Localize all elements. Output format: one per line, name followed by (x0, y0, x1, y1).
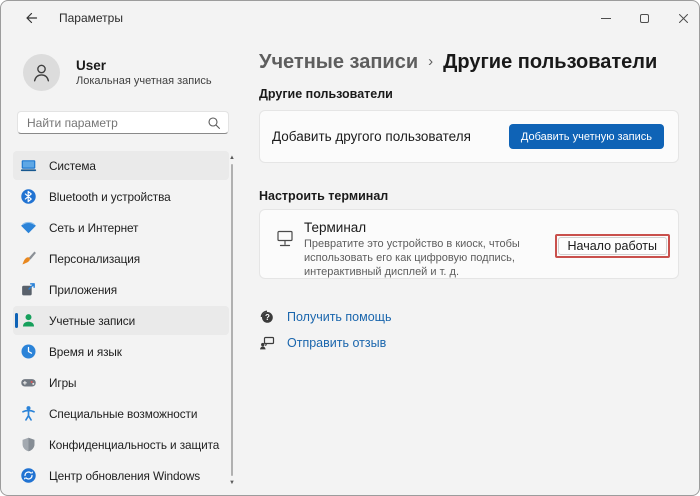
gaming-icon (21, 379, 36, 387)
minimize-icon (600, 17, 611, 19)
breadcrumb-parent[interactable]: Учетные записи (259, 48, 418, 76)
sidebar-item-privacy[interactable]: Конфиденциальность и защита (13, 430, 229, 459)
scrollbar-thumb[interactable] (231, 164, 233, 476)
titlebar: Параметры (1, 1, 699, 35)
user-profile[interactable]: User Локальная учетная запись (23, 54, 247, 91)
feedback-icon (260, 336, 275, 350)
sidebar-item-time-language[interactable]: Время и язык (13, 337, 229, 366)
add-user-label: Добавить другого пользователя (272, 129, 471, 144)
kiosk-description: Превратите это устройство в киоск, чтобы… (304, 238, 520, 278)
sidebar-item-label: Конфиденциальность и защита (49, 437, 220, 452)
person-icon (33, 64, 50, 82)
sidebar-item-personalization[interactable]: Персонализация (13, 244, 229, 273)
back-button[interactable] (16, 6, 46, 30)
scrollbar-up-icon[interactable]: ▲ (227, 154, 237, 162)
breadcrumb: Учетные записи › Другие пользователи (259, 48, 679, 76)
sidebar-item-gaming[interactable]: Игры (13, 368, 229, 397)
annotation-highlight: Начало работы (554, 234, 670, 258)
back-arrow-icon (26, 12, 38, 24)
personalization-icon (22, 251, 36, 265)
kiosk-icon (277, 230, 293, 247)
svg-text:?: ? (265, 313, 270, 322)
add-user-card: Добавить другого пользователя Добавить у… (259, 110, 679, 163)
sidebar-item-label: Сеть и Интернет (49, 220, 139, 235)
sidebar-item-label: Время и язык (49, 344, 122, 359)
search-placeholder: Найти параметр (27, 115, 118, 130)
sidebar-item-label: Bluetooth и устройства (49, 189, 171, 204)
close-icon (679, 13, 688, 23)
page-title: Другие пользователи (443, 51, 658, 73)
sidebar-item-label: Персонализация (49, 251, 141, 266)
maximize-button[interactable] (625, 1, 664, 35)
minimize-button[interactable] (586, 1, 625, 35)
sidebar-item-label: Специальные возможности (49, 406, 198, 421)
window-title: Параметры (59, 11, 123, 25)
get-help-link[interactable]: ? Получить помощь (259, 304, 679, 330)
section-header-other-users: Другие пользователи (259, 87, 393, 101)
get-started-button[interactable]: Начало работы (557, 237, 667, 255)
scrollbar-down-icon[interactable]: ▼ (227, 479, 237, 487)
search-icon (208, 117, 220, 129)
system-icon (20, 160, 37, 172)
breadcrumb-separator-icon: › (428, 53, 434, 70)
bluetooth-icon (21, 189, 36, 204)
sidebar-item-apps[interactable]: Приложения (13, 275, 229, 304)
avatar (23, 54, 60, 91)
sidebar-item-label: Учетные записи (49, 313, 136, 328)
main-content: Учетные записи › Другие пользователи Дру… (247, 35, 699, 495)
kiosk-title: Терминал (304, 220, 367, 235)
sidebar-scrollbar[interactable]: ▲ ▼ (227, 154, 237, 487)
window-controls (586, 1, 699, 35)
help-icon: ? (260, 310, 273, 323)
sidebar-item-windows-update[interactable]: Центр обновления Windows (13, 461, 229, 490)
selected-indicator (15, 313, 18, 328)
sidebar-item-system[interactable]: Система (13, 151, 229, 180)
get-help-label: Получить помощь (287, 310, 392, 324)
section-header-kiosk: Настроить терминал (259, 189, 389, 203)
account-type: Локальная учетная запись (76, 75, 212, 87)
time-language-icon (21, 344, 36, 359)
kiosk-card: Терминал Превратите это устройство в кио… (259, 209, 679, 279)
send-feedback-label: Отправить отзыв (287, 336, 387, 350)
accounts-icon (22, 314, 35, 327)
privacy-icon (22, 437, 35, 452)
add-account-button[interactable]: Добавить учетную запись (508, 124, 664, 149)
sidebar-item-label: Система (49, 158, 96, 173)
sidebar-item-accessibility[interactable]: Специальные возможности (13, 399, 229, 428)
user-name: User (76, 58, 107, 73)
sidebar-item-label: Игры (49, 375, 77, 390)
apps-icon (22, 283, 35, 296)
footer-links: ? Получить помощь Отправить отзыв (259, 304, 679, 356)
sidebar: User Локальная учетная запись Найти пара… (1, 35, 247, 495)
sidebar-item-accounts[interactable]: Учетные записи (13, 306, 229, 335)
search-input[interactable]: Найти параметр (17, 111, 229, 134)
sidebar-item-network[interactable]: Сеть и Интернет (13, 213, 229, 242)
close-button[interactable] (664, 1, 699, 35)
sidebar-nav: Система Bluetooth и устройства Сеть и Ин… (13, 151, 229, 490)
sidebar-item-bluetooth[interactable]: Bluetooth и устройства (13, 182, 229, 211)
send-feedback-link[interactable]: Отправить отзыв (259, 330, 679, 356)
accessibility-icon (22, 406, 35, 421)
settings-window: Параметры User Локальная учетная запись … (0, 0, 700, 496)
windows-update-icon (21, 468, 36, 483)
maximize-icon (640, 13, 649, 23)
sidebar-item-label: Приложения (49, 282, 118, 297)
sidebar-item-label: Центр обновления Windows (49, 468, 201, 483)
network-icon (21, 221, 36, 234)
